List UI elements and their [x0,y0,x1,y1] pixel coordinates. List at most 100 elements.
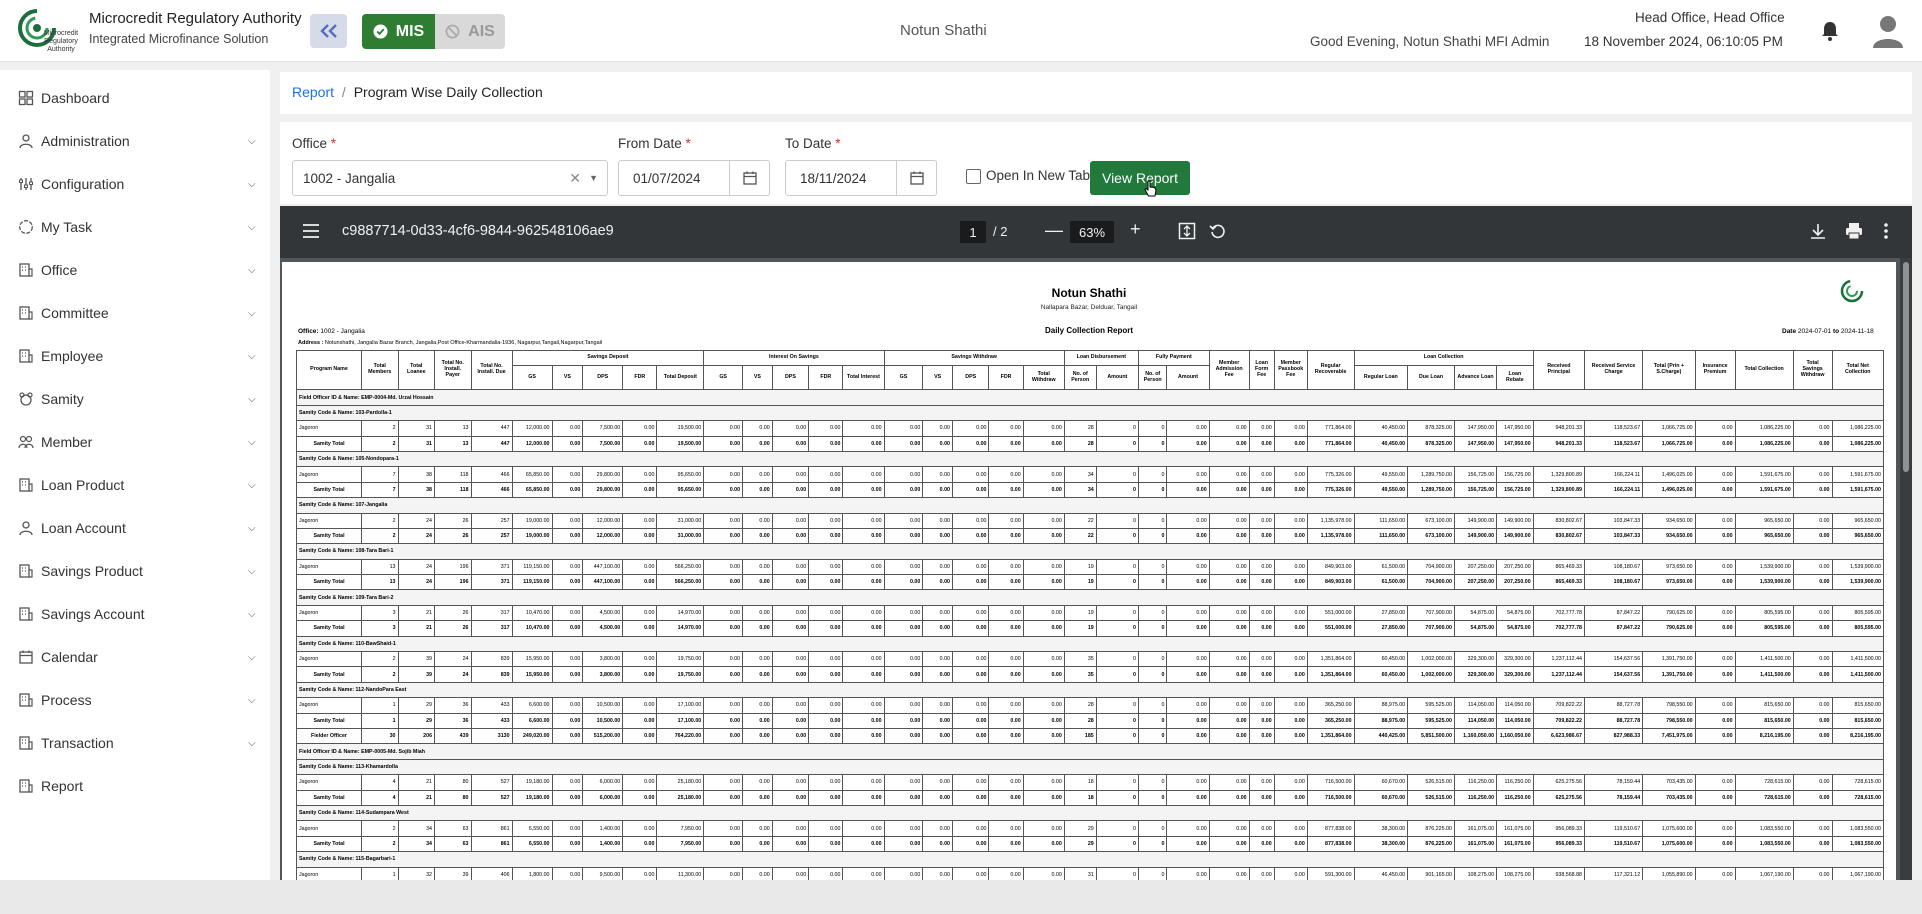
sidebar-item-samity[interactable]: Samity ⌵ [0,384,270,414]
sidebar-item-my-task[interactable]: My Task ⌵ [0,212,270,242]
table-cell: 31 [1063,866,1097,880]
sidebar-item-process[interactable]: Process ⌵ [0,685,270,715]
table-cell: 8,216,195.00 [1734,727,1794,745]
user-avatar-icon[interactable] [1870,12,1906,48]
loan-account-icon [19,521,33,536]
table-cell: 0.00 [922,789,953,806]
table-cell: 0.00 [842,466,885,483]
from-date-field[interactable]: 01/07/2024 [618,160,770,196]
table-total-row: Samity Total 2 34 63 861 6,550.00 0.00 1,400.00… [295,835,1884,853]
mis-label: MIS [395,22,425,40]
open-new-tab-label[interactable]: Open In New Tab [986,168,1090,183]
table-cell: 0.00 [922,558,953,576]
table-cell: 0.00 [842,558,885,576]
table-cell: 60,450.00 [1353,666,1409,683]
table-cell: 0.00 [951,435,990,452]
table-cell: 0.00 [1273,558,1308,576]
table-cell: 0.00 [988,651,1024,668]
zoom-out-icon[interactable]: — [1045,220,1063,241]
table-cell: 2 [361,820,399,837]
calendar-icon[interactable] [729,161,769,195]
zoom-in-icon[interactable]: + [1130,219,1141,240]
table-cell: Jagoron [295,651,363,668]
table-cell: 0.00 [551,527,584,545]
sidebar-item-configuration[interactable]: Configuration ⌵ [0,169,270,199]
column-header: Total No. Install. Payer [434,349,472,391]
sidebar-item-committee[interactable]: Committee ⌵ [0,298,270,328]
table-cell: 0.00 [988,774,1024,791]
table-cell: 116,250.00 [1496,789,1534,806]
table-total-row: Samity Total 2 31 13 447 12,000.00 0.00 7,500.0… [295,435,1884,452]
table-cell: 0.00 [1208,820,1250,837]
rotate-icon[interactable] [1209,222,1227,240]
table-cell: 1,591,675.00 [1831,466,1884,483]
print-icon[interactable] [1845,222,1863,240]
more-options-icon[interactable] [1883,222,1889,240]
sidebar-item-office[interactable]: Office ⌵ [0,255,270,285]
table-cell: 114,050.00 [1496,697,1534,714]
notification-bell-icon[interactable] [1820,20,1840,42]
table-cell: 0.00 [1166,435,1210,452]
sidebar-item-savings-account[interactable]: Savings Account ⌵ [0,599,270,629]
sidebar-item-calendar[interactable]: Calendar ⌵ [0,642,270,672]
table-cell: 0.00 [842,574,885,591]
sidebar-item-label: Committee [41,305,109,321]
table-cell: 0.00 [771,712,810,729]
office-select-value: 1002 - Jangalia [303,170,396,186]
fit-page-icon[interactable] [1178,222,1196,240]
sidebar-item-dashboard[interactable]: Dashboard [0,83,270,113]
table-cell: 24 [434,666,472,683]
mis-toggle-button[interactable]: MIS [362,14,435,49]
table-cell: 0.00 [1208,481,1250,499]
sidebar-item-transaction[interactable]: Transaction ⌵ [0,728,270,758]
report-office: Office: 1002 - Jangalia [298,328,365,335]
table-cell: 0.00 [1273,697,1308,714]
table-cell: 965,650.00 [1831,527,1884,545]
table-cell: 0.00 [808,435,844,452]
table-cell: 551,000.00 [1306,604,1355,622]
zoom-level-input[interactable]: 63% [1070,221,1114,243]
sidebar-item-savings-product[interactable]: Savings Product ⌵ [0,556,270,586]
sidebar-item-report[interactable]: Report [0,771,270,801]
table-cell: 0.00 [622,727,658,745]
office-select[interactable]: 1002 - Jangalia ✕ ▼ [292,160,608,196]
sidebar-item-employee[interactable]: Employee ⌵ [0,341,270,371]
pdf-scrollbar-thumb[interactable] [1903,262,1909,472]
table-cell: 0.00 [1022,558,1065,576]
sidebar-collapse-button[interactable] [310,14,347,48]
ais-toggle-button[interactable]: AIS [435,14,505,49]
hamburger-menu-icon[interactable] [302,223,320,239]
table-cell: 0.00 [951,712,990,729]
table-cell: 0.00 [742,712,773,729]
current-datetime: 18 November 2024, 06:10:05 PM [1584,34,1783,49]
sidebar-item-administration[interactable]: Administration ⌵ [0,126,270,156]
page-number-input[interactable]: 1 [960,221,986,243]
table-cell: 1,411,500.00 [1831,651,1884,668]
open-new-tab-checkbox[interactable] [966,169,981,184]
pdf-scrollbar[interactable] [1900,258,1912,880]
sidebar-item-member[interactable]: Member ⌵ [0,427,270,457]
sidebar-item-loan-product[interactable]: Loan Product ⌵ [0,470,270,500]
breadcrumb-report-link[interactable]: Report [292,84,334,100]
column-header: Received Service Charge [1583,349,1644,391]
clear-icon[interactable]: ✕ [569,170,581,187]
table-cell: 54,875.00 [1496,620,1534,637]
table-cell: 0.00 [808,512,844,529]
view-report-button[interactable]: View Report [1090,161,1190,195]
table-cell: 1,086,225.00 [1734,435,1794,452]
calendar-icon[interactable] [896,161,936,195]
table-cell: 0 [1095,727,1139,745]
table-cell: 26 [434,512,472,529]
committee-icon [19,306,33,320]
pdf-viewer[interactable]: Notun Shathi Nallapara Bazar, Delduar, T… [280,258,1912,880]
table-cell: 0.00 [771,789,810,806]
table-cell: 591,300.00 [1306,866,1355,880]
table-cell: 111,650.00 [1353,527,1409,545]
table-cell: 728,615.00 [1734,774,1794,791]
download-icon[interactable] [1810,222,1826,240]
table-cell: 798,550.00 [1642,712,1696,729]
caret-down-icon[interactable]: ▼ [589,173,598,183]
table-cell: 0.00 [1208,712,1250,729]
to-date-field[interactable]: 18/11/2024 [785,160,937,196]
sidebar-item-loan-account[interactable]: Loan Account ⌵ [0,513,270,543]
